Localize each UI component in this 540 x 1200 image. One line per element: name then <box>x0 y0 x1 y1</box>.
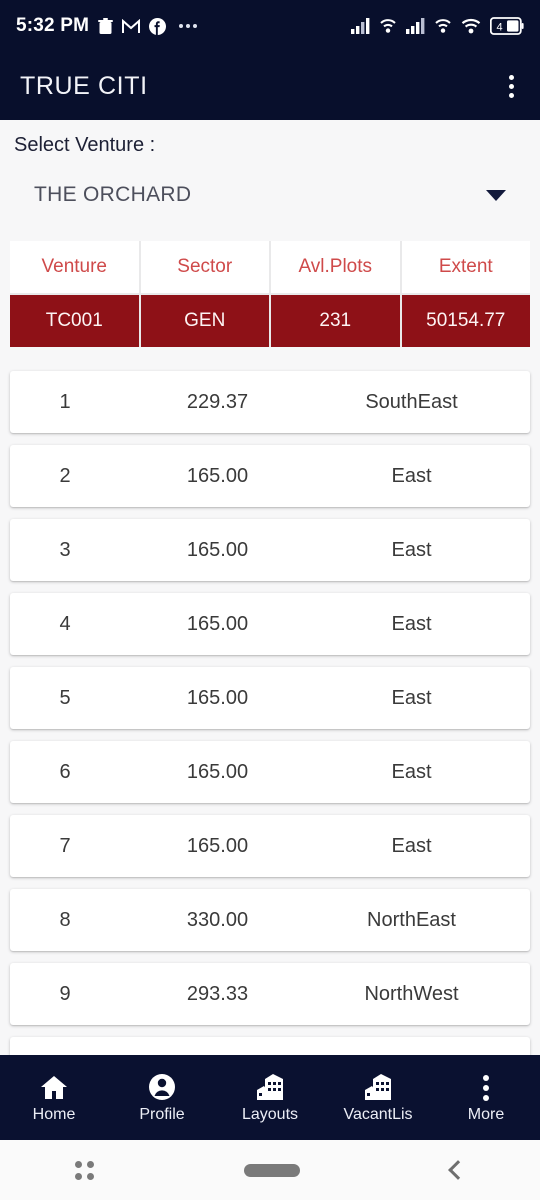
table-header-cell: Venture <box>10 241 139 293</box>
home-pill-icon[interactable] <box>244 1163 301 1177</box>
list-item[interactable]: 4 165.00 East <box>10 593 530 655</box>
plot-extent: 165.00 <box>186 538 249 561</box>
plot-direction: East <box>391 538 432 561</box>
signal-bars-2-icon <box>406 18 425 34</box>
venture-selected-value: THE ORCHARD <box>34 183 192 206</box>
bottom-navigation: Home Profile Layouts VacantLis More <box>0 1055 540 1140</box>
gmail-icon <box>122 18 141 34</box>
plot-direction: NorthWest <box>364 982 459 1005</box>
building-icon <box>362 1071 394 1101</box>
venture-dropdown[interactable]: THE ORCHARD <box>12 183 528 207</box>
plot-extent: 165.00 <box>186 686 249 709</box>
plot-list: 1 229.37 SouthEast 2 165.00 East 3 165.0… <box>0 371 540 1055</box>
chevron-down-icon <box>486 189 506 201</box>
kebab-menu-icon <box>483 1071 489 1101</box>
table-value-row: TC001 GEN 231 50154.77 <box>10 295 530 347</box>
facebook-icon <box>149 17 167 35</box>
plot-number: 4 <box>59 612 71 635</box>
chevron-left-icon[interactable] <box>447 1160 468 1180</box>
page-title: TRUE CITI <box>20 71 148 100</box>
nav-item-profile[interactable]: Profile <box>108 1055 216 1140</box>
plot-direction: East <box>391 760 432 783</box>
plot-extent: 293.33 <box>186 982 249 1005</box>
plot-direction: East <box>391 686 432 709</box>
status-bar: 5:32 PM 4 <box>0 0 540 52</box>
list-item[interactable]: 6 165.00 East <box>10 741 530 803</box>
building-icon <box>254 1071 286 1101</box>
phone-screen: 5:32 PM 4 TRUE CITI Select Venture: THE… <box>0 0 540 1200</box>
kebab-menu-icon[interactable] <box>503 69 520 104</box>
table-value-cell: GEN <box>140 295 269 347</box>
venture-selector-section: Select Venture : THE ORCHARD <box>0 120 540 207</box>
plot-extent: 165.00 <box>186 834 249 857</box>
table-value-cell: 50154.77 <box>401 295 530 347</box>
person-icon <box>148 1071 176 1101</box>
plot-direction: East <box>391 834 432 857</box>
clock: 5:32 PM <box>16 15 90 36</box>
plot-extent: 165.00 <box>186 612 249 635</box>
table-header-cell: Extent <box>401 241 530 293</box>
plot-extent: 229.37 <box>186 390 249 413</box>
nav-label: Home <box>32 1106 76 1123</box>
list-item[interactable]: 2 165.00 East <box>10 445 530 507</box>
trash-icon <box>98 17 114 35</box>
plot-number: 5 <box>59 686 71 709</box>
signal-bars-icon <box>351 18 370 34</box>
nav-label: VacantLis <box>343 1106 413 1123</box>
nav-item-layouts[interactable]: Layouts <box>216 1055 324 1140</box>
nav-item-home[interactable]: Home <box>0 1055 108 1140</box>
wifi-calling-2-icon <box>434 18 452 34</box>
nav-label: Layouts <box>241 1106 299 1123</box>
list-item[interactable]: 3 165.00 East <box>10 519 530 581</box>
status-bar-right: 4 <box>351 17 524 35</box>
home-icon <box>39 1071 69 1101</box>
list-item[interactable]: 10 146.66 West <box>10 1037 530 1055</box>
status-bar-left: 5:32 PM <box>16 15 198 37</box>
system-navigation-bar <box>0 1140 540 1200</box>
plot-extent: 165.00 <box>186 464 249 487</box>
plot-direction: NorthEast <box>367 908 456 931</box>
battery-icon: 4 <box>490 17 524 35</box>
plot-list-scroll-area[interactable]: 1 229.37 SouthEast 2 165.00 East 3 165.0… <box>0 355 540 1055</box>
plot-number: 9 <box>59 982 71 1005</box>
select-venture-label: Select Venture : <box>14 134 156 156</box>
table-value-cell: 231 <box>271 295 400 347</box>
plot-number: 7 <box>59 834 71 857</box>
table-value-cell: TC001 <box>10 295 139 347</box>
plot-extent: 165.00 <box>186 760 249 783</box>
plot-number: 2 <box>59 464 71 487</box>
grid-dots-icon[interactable] <box>75 1160 95 1180</box>
plot-extent: 330.00 <box>186 908 249 931</box>
list-item[interactable]: 9 293.33 NorthWest <box>10 963 530 1025</box>
table-header-row: Venture Sector Avl.Plots Extent <box>10 241 530 293</box>
plot-number: 8 <box>59 908 71 931</box>
nav-item-vacantlist[interactable]: VacantLis <box>324 1055 432 1140</box>
wifi-calling-icon <box>379 18 397 34</box>
list-item[interactable]: 1 229.37 SouthEast <box>10 371 530 433</box>
list-item[interactable]: 7 165.00 East <box>10 815 530 877</box>
venture-summary-table: Venture Sector Avl.Plots Extent TC001 GE… <box>10 241 530 347</box>
nav-label: More <box>467 1106 505 1123</box>
nav-label: Profile <box>139 1106 185 1123</box>
list-item[interactable]: 5 165.00 East <box>10 667 530 729</box>
table-header-cell: Avl.Plots <box>271 241 400 293</box>
plot-number: 1 <box>59 390 71 413</box>
table-header-cell: Sector <box>140 241 269 293</box>
list-item[interactable]: 8 330.00 NorthEast <box>10 889 530 951</box>
plot-direction: SouthEast <box>365 390 458 413</box>
plot-number: 3 <box>59 538 71 561</box>
battery-level-text: 4 <box>496 22 502 34</box>
app-bar: TRUE CITI <box>0 52 540 120</box>
plot-direction: East <box>391 612 432 635</box>
more-horizontal-icon <box>179 24 198 28</box>
wifi-icon <box>461 18 481 34</box>
plot-direction: East <box>391 464 432 487</box>
nav-item-more[interactable]: More <box>432 1055 540 1140</box>
plot-number: 6 <box>59 760 71 783</box>
